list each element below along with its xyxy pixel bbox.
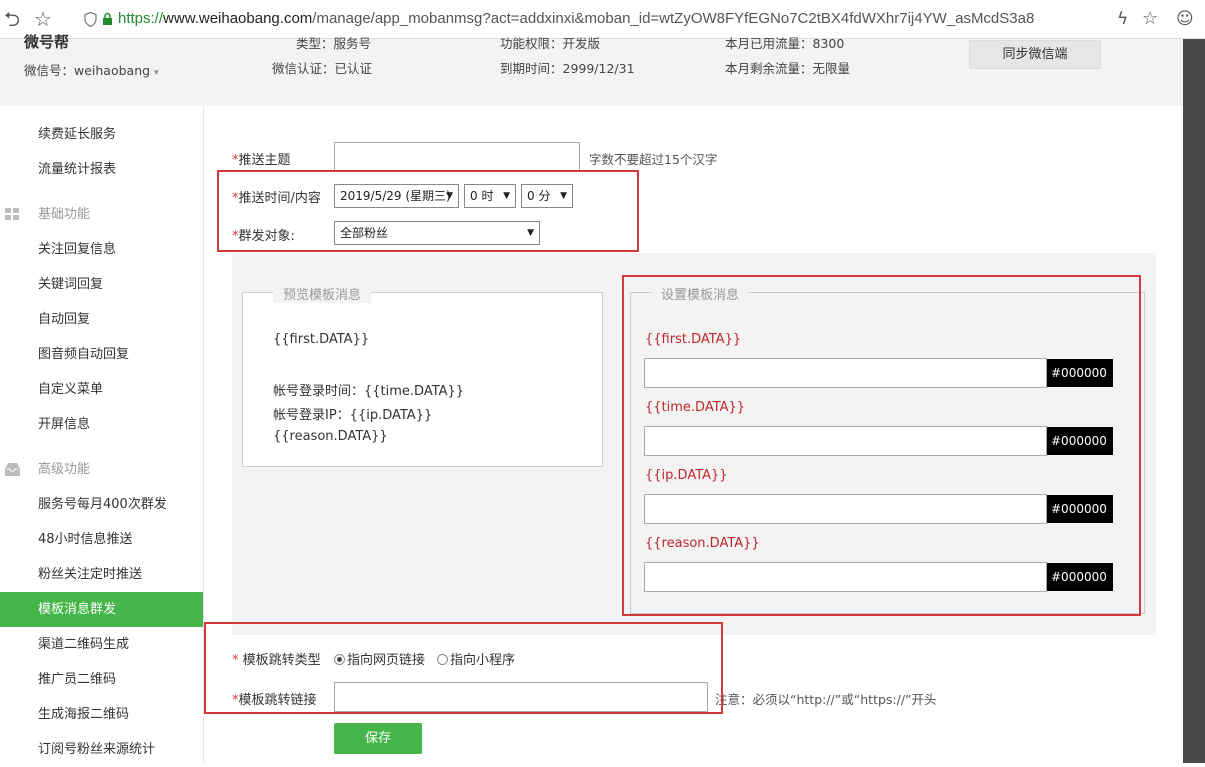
- preview-line-ip: 帐号登录IP：{{ip.DATA}}: [273, 408, 433, 423]
- sidebar-item-monthly-mass-send[interactable]: 服务号每月400次群发: [0, 487, 203, 522]
- expire-time: 到期时间：2999/12/31: [500, 61, 635, 76]
- wechat-verification: 微信认证：已认证: [272, 61, 373, 76]
- bookmark-star-icon[interactable]: ☆: [34, 8, 52, 30]
- sidebar-item-poster-qrcode[interactable]: 生成海报二维码: [0, 697, 203, 732]
- preview-line-time: 帐号登录时间：{{time.DATA}}: [273, 384, 465, 399]
- preview-legend: 预览模板消息: [273, 284, 372, 303]
- function-permission: 功能权限：开发版: [500, 36, 601, 51]
- subject-label-text: 推送主题: [238, 153, 291, 168]
- grid-icon: [5, 208, 19, 220]
- sidebar-group-advanced: 高级功能: [0, 452, 203, 487]
- sidebar-item-follow-timed-push[interactable]: 粉丝关注定时推送: [0, 557, 203, 592]
- sidebar-item-auto-reply[interactable]: 自动回复: [0, 302, 203, 337]
- sidebar-item-renew[interactable]: 续费延长服务: [0, 117, 203, 152]
- preview-line-first: {{first.DATA}}: [273, 332, 370, 347]
- jump-link-hint: 注意：必须以“http://”或“https://”开头: [715, 692, 937, 707]
- save-button[interactable]: 保存: [334, 723, 422, 754]
- monthly-remaining-traffic: 本月剩余流量：无限量: [725, 61, 851, 76]
- sidebar-item-keyword-reply[interactable]: 关键词回复: [0, 267, 203, 302]
- sidebar-group-advanced-label: 高级功能: [38, 462, 91, 477]
- back-icon[interactable]: ⮌: [4, 8, 20, 30]
- sidebar-item-splash-info[interactable]: 开屏信息: [0, 407, 203, 442]
- sidebar: 续费延长服务 流量统计报表 基础功能 关注回复信息 关键词回复 自动回复 图音频…: [0, 106, 204, 763]
- account-type: 类型：服务号: [296, 36, 372, 51]
- highlight-box-jump: [204, 622, 723, 714]
- sidebar-group-basic-label: 基础功能: [38, 207, 91, 222]
- sidebar-item-channel-qrcode[interactable]: 渠道二维码生成: [0, 627, 203, 662]
- sidebar-item-promoter-qrcode[interactable]: 推广员二维码: [0, 662, 203, 697]
- subject-label: *推送主题: [232, 149, 291, 168]
- sidebar-item-follow-reply[interactable]: 关注回复信息: [0, 232, 203, 267]
- lightning-icon[interactable]: ϟ: [1117, 8, 1128, 30]
- caret-down-icon: ▾: [154, 68, 159, 78]
- sidebar-item-fan-source-stats[interactable]: 订阅号粉丝来源统计: [0, 732, 203, 767]
- browser-toolbar: ⮌ ☆ https://www.weihaobang.com/manage/ap…: [0, 0, 1205, 39]
- sidebar-group-basic: 基础功能: [0, 197, 203, 232]
- account-header: 微号帮 微信号：weihaobang ▾ 类型：服务号 功能权限：开发版 本月已…: [0, 33, 1183, 106]
- lock-icon[interactable]: [102, 12, 113, 26]
- sidebar-item-media-auto-reply[interactable]: 图音频自动回复: [0, 337, 203, 372]
- monthly-used-traffic: 本月已用流量：8300: [725, 36, 845, 51]
- url-host: www.weihaobang.com: [163, 10, 313, 27]
- url-scheme: https://: [118, 10, 164, 27]
- sidebar-item-48h-push[interactable]: 48小时信息推送: [0, 522, 203, 557]
- subject-hint: 字数不要超过15个汉字: [589, 152, 718, 167]
- highlight-box-time-target: [217, 170, 639, 252]
- wechat-id-label: 微信号：weihaobang: [24, 63, 151, 78]
- account-title: 微号帮: [24, 33, 70, 51]
- shield-icon[interactable]: [84, 12, 97, 27]
- scrollbar[interactable]: [1183, 39, 1205, 763]
- address-bar[interactable]: https://www.weihaobang.com/manage/app_mo…: [118, 10, 1034, 27]
- sync-wechat-button[interactable]: 同步微信端: [969, 40, 1101, 69]
- sidebar-item-traffic-report[interactable]: 流量统计报表: [0, 152, 203, 187]
- highlight-box-settings: [622, 275, 1141, 616]
- sidebar-item-template-mass-send[interactable]: 模板消息群发: [0, 592, 203, 627]
- url-path: /manage/app_mobanmsg?act=addxinxi&moban_…: [312, 10, 1035, 27]
- subject-input[interactable]: [334, 142, 580, 172]
- favorite-star-icon[interactable]: ☆: [1142, 8, 1158, 30]
- preview-line-reason: {{reason.DATA}}: [273, 429, 388, 444]
- wechat-id-dropdown[interactable]: 微信号：weihaobang ▾: [24, 60, 159, 79]
- smiley-icon[interactable]: ☺: [1176, 8, 1194, 30]
- sidebar-item-custom-menu[interactable]: 自定义菜单: [0, 372, 203, 407]
- inbox-icon: [5, 463, 20, 476]
